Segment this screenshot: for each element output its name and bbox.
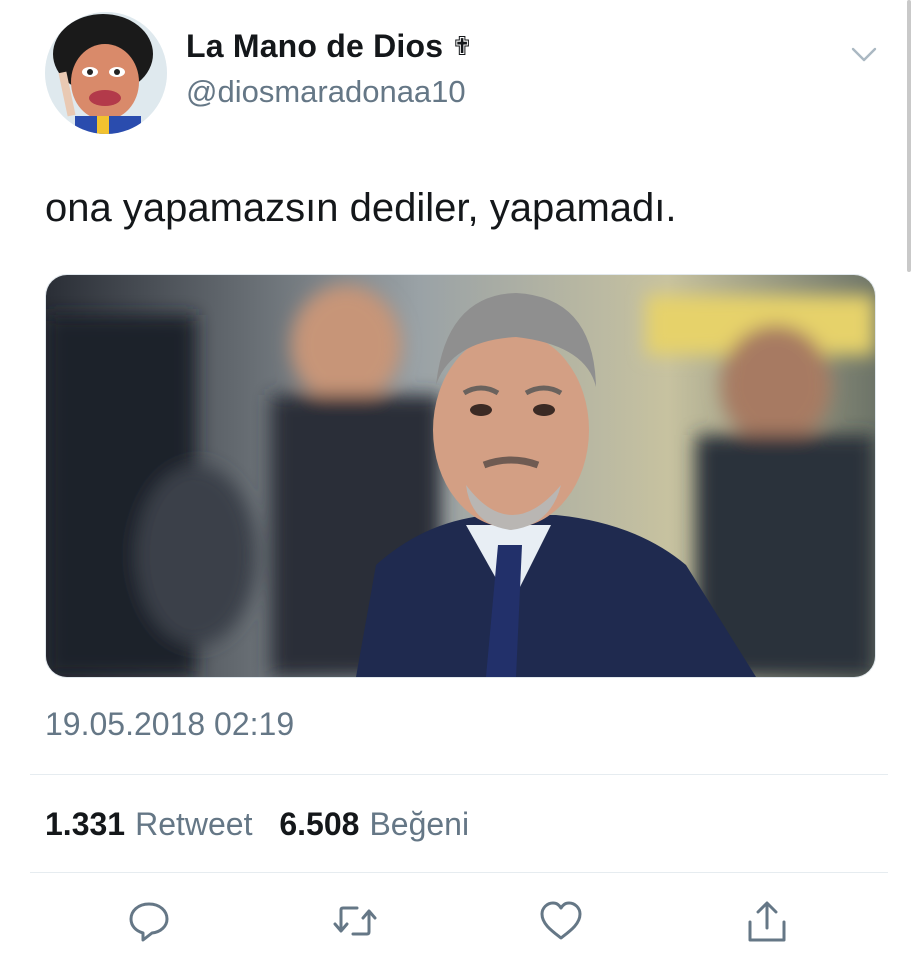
avatar-caricature-image — [45, 12, 167, 134]
divider — [30, 774, 888, 775]
retweets-stat[interactable]: 1.331 Retweet — [45, 806, 252, 843]
reply-bubble-icon — [129, 902, 169, 942]
retweet-arrows-icon — [333, 906, 377, 936]
user-handle[interactable]: @diosmaradonaa10 — [186, 74, 466, 110]
chevron-down-icon[interactable] — [848, 38, 880, 70]
likes-count: 6.508 — [279, 806, 360, 842]
tweet-photo[interactable] — [45, 274, 876, 678]
scrollbar[interactable] — [907, 0, 911, 272]
tweet-text: ona yapamazsın dediler, yapamadı. — [45, 186, 677, 230]
display-name-text: La Mano de Dios — [186, 28, 444, 64]
display-name[interactable]: La Mano de Dios ✟ — [186, 28, 473, 65]
engagement-stats: 1.331 Retweet 6.508 Beğeni — [45, 806, 469, 843]
cross-icon: ✟ — [451, 31, 474, 61]
tweet-actions-bar — [0, 898, 918, 948]
likes-label: Beğeni — [369, 806, 470, 842]
tweet-timestamp: 19.05.2018 02:19 — [45, 706, 295, 742]
retweets-count: 1.331 — [45, 806, 126, 842]
share-upload-icon — [748, 901, 786, 942]
likes-stat[interactable]: 6.508 Beğeni — [279, 806, 469, 843]
retweet-button[interactable] — [332, 898, 378, 944]
avatar[interactable] — [45, 12, 167, 134]
divider — [30, 872, 888, 873]
like-button[interactable] — [538, 898, 584, 944]
retweets-label: Retweet — [135, 806, 253, 842]
reply-button[interactable] — [126, 898, 172, 944]
share-button[interactable] — [744, 898, 790, 944]
heart-icon — [540, 901, 582, 940]
